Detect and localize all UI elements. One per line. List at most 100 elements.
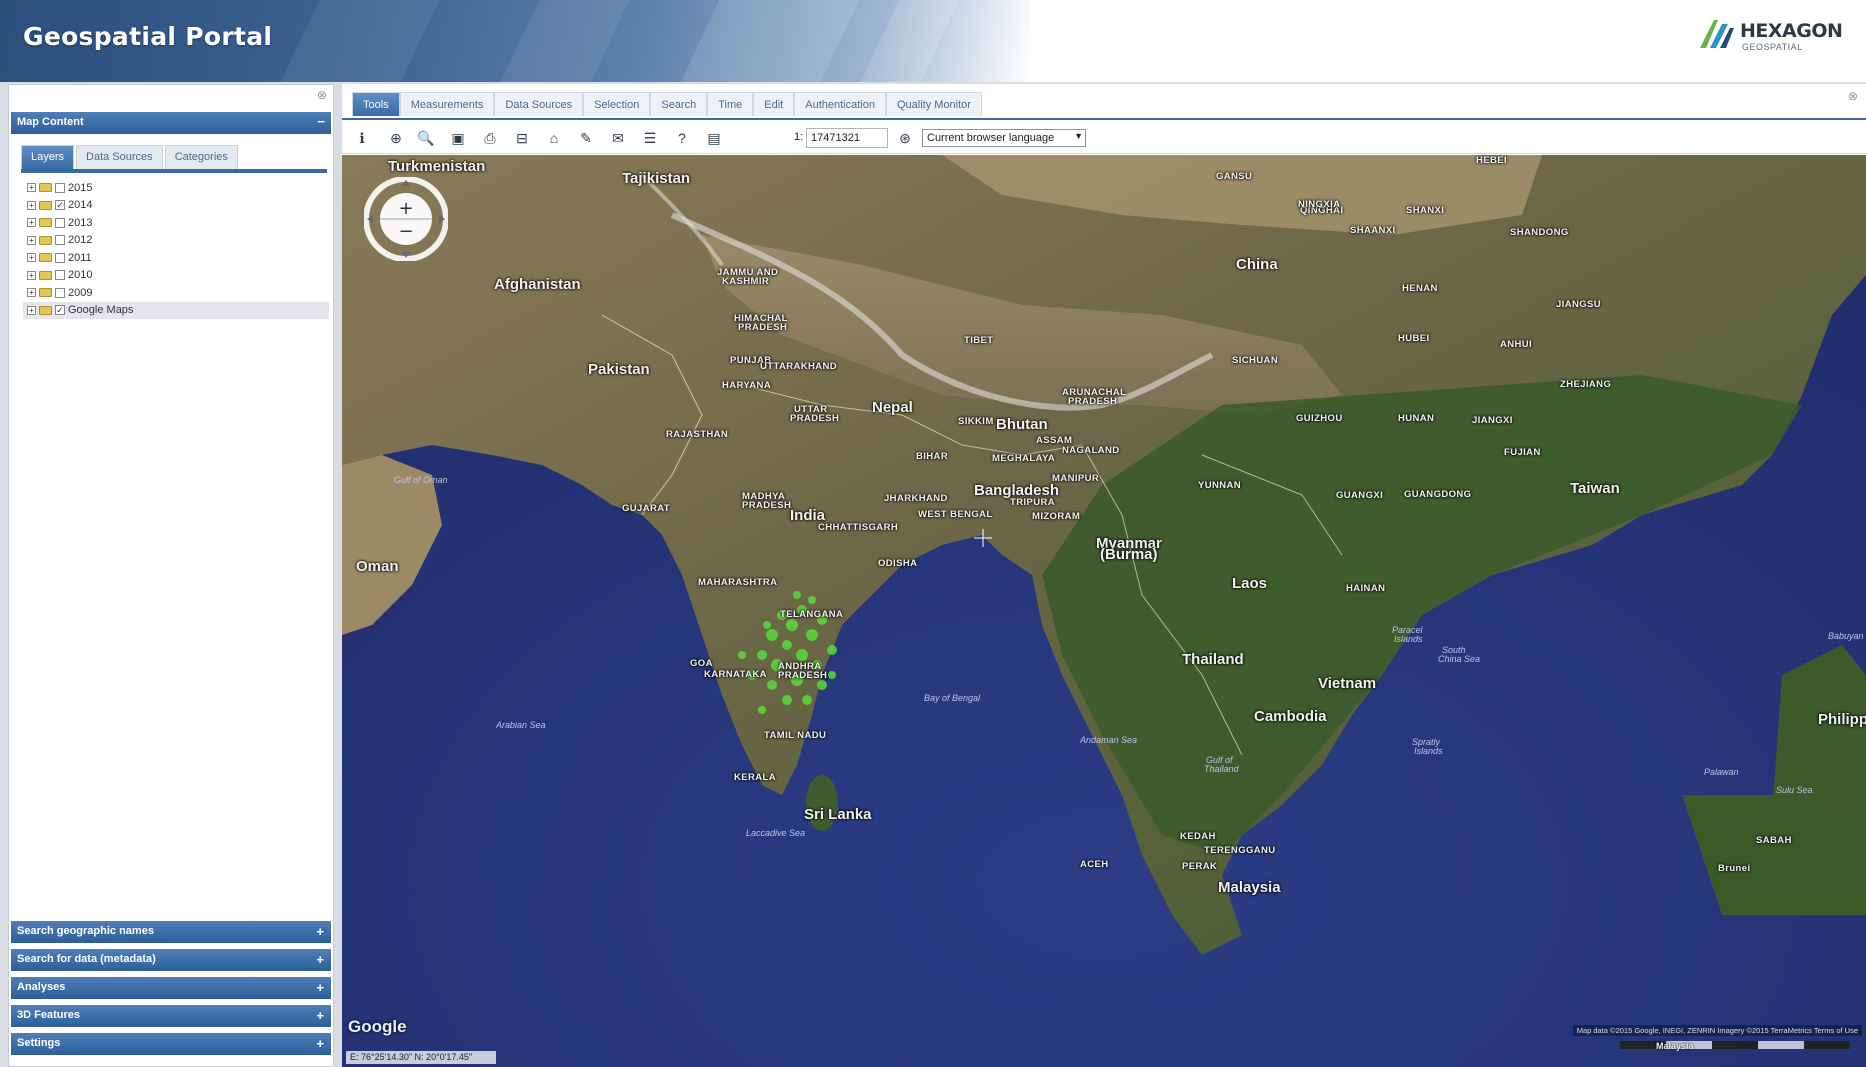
country-label: Cambodia	[1254, 708, 1327, 725]
expand-section-icon[interactable]: +	[316, 924, 324, 939]
expand-icon[interactable]: +	[27, 253, 36, 263]
layer-checkbox[interactable]	[55, 252, 65, 263]
tab-data-sources[interactable]: Data Sources	[76, 145, 163, 169]
region-label: ZHEJIANG	[1560, 379, 1612, 390]
layer-label: 2009	[68, 286, 93, 299]
comment-icon[interactable]: ✉	[608, 128, 628, 148]
region-label: HUBEI	[1398, 333, 1430, 344]
sea-label: Babuyan	[1828, 631, 1864, 641]
tab-measurements[interactable]: Measurements	[399, 92, 495, 116]
region-label: HAINAN	[1346, 583, 1386, 594]
expand-icon[interactable]: +	[27, 218, 36, 228]
layer-checkbox[interactable]	[55, 182, 65, 193]
region-label: GANSU	[1216, 171, 1253, 182]
layer-item[interactable]: + 2011	[23, 249, 329, 267]
tab-layers[interactable]: Layers	[21, 145, 75, 169]
google-logo: Google	[348, 1017, 407, 1036]
region-label: Brunei	[1718, 863, 1751, 874]
region-label: MANIPUR	[1052, 473, 1100, 484]
collapse-icon[interactable]: −	[317, 114, 325, 129]
image-icon[interactable]: ▤	[704, 128, 724, 148]
country-label: China	[1236, 256, 1278, 273]
expand-icon[interactable]: +	[27, 235, 36, 245]
expand-icon[interactable]: +	[27, 305, 36, 315]
scale-input[interactable]: 17471321	[806, 128, 888, 148]
tab-edit[interactable]: Edit	[753, 92, 795, 116]
save-icon[interactable]: ▣	[448, 128, 468, 148]
coordinate-readout: E: 76°25'14.30" N: 20°0'17.45"	[346, 1051, 496, 1064]
hexagon-logo[interactable]: HEXAGON GEOSPATIAL	[1696, 12, 1856, 56]
layer-label: 2013	[68, 216, 93, 229]
expand-section-icon[interactable]: +	[316, 980, 324, 995]
tab-search[interactable]: Search	[650, 92, 708, 116]
tab-time[interactable]: Time	[707, 92, 754, 116]
layer-checkbox[interactable]: ✓	[55, 200, 65, 211]
home-icon[interactable]: ⌂	[544, 128, 564, 148]
print-icon[interactable]: ⎙	[480, 128, 500, 148]
country-label: Thailand	[1182, 651, 1244, 668]
tab-quality-monitor[interactable]: Quality Monitor	[885, 92, 982, 116]
layer-checkbox[interactable]	[55, 287, 65, 298]
map-view[interactable]: + − Turkmenistan Tajikistan Afghanistan Pak…	[342, 155, 1866, 1067]
map-attribution[interactable]: Map data ©2015 Google, INEGI, ZENRIN Ima…	[1572, 1025, 1862, 1036]
expand-icon[interactable]: +	[27, 270, 36, 280]
region-label: SHAANXI	[1350, 225, 1396, 236]
magnifier-icon[interactable]: ⊛	[895, 128, 915, 148]
layer-item[interactable]: + 2012	[23, 232, 329, 250]
info-icon[interactable]: ℹ	[352, 128, 372, 148]
layer-checkbox[interactable]	[55, 235, 65, 246]
region-label: KEDAH	[1180, 831, 1216, 842]
table-icon[interactable]: ☰	[640, 128, 660, 148]
layer-item[interactable]: + 2015	[23, 179, 329, 197]
expand-section-icon[interactable]: +	[316, 1008, 324, 1023]
region-label: GUJARAT	[622, 503, 671, 514]
region-label: NINGXIA	[1298, 199, 1341, 210]
layer-item[interactable]: + 2010	[23, 267, 329, 285]
tab-authentication[interactable]: Authentication	[794, 92, 886, 116]
layer-item-google-maps[interactable]: + ✓ Google Maps	[23, 301, 329, 319]
layer-item[interactable]: + 2013	[23, 214, 329, 232]
layer-checkbox[interactable]	[55, 217, 65, 228]
sea-label: Islands	[1414, 746, 1443, 756]
help-icon[interactable]: ?	[672, 128, 692, 148]
sea-label: Gulf of Oman	[394, 475, 448, 485]
expand-section-icon[interactable]: +	[316, 1036, 324, 1051]
tab-tools[interactable]: Tools	[352, 92, 400, 116]
left-panel: ⊗ Map Content − Layers Data Sources Cate…	[8, 84, 334, 1067]
region-label: YUNNAN	[1198, 480, 1242, 491]
section-search-metadata[interactable]: Search for data (metadata) +	[11, 949, 331, 971]
layer-label: 2010	[68, 269, 93, 282]
section-3d-features[interactable]: 3D Features +	[11, 1005, 331, 1027]
pin-icon[interactable]: ⊗	[1848, 89, 1858, 103]
section-settings[interactable]: Settings +	[11, 1033, 331, 1055]
layer-checkbox[interactable]	[55, 270, 65, 281]
tab-data-sources[interactable]: Data Sources	[494, 92, 584, 116]
tab-selection[interactable]: Selection	[583, 92, 651, 116]
identify-icon[interactable]: ⊕	[386, 128, 406, 148]
region-label: HEBEI	[1476, 155, 1508, 166]
expand-icon[interactable]: +	[27, 200, 36, 210]
expand-icon[interactable]: +	[27, 288, 36, 298]
language-select[interactable]: Current browser language ▼	[922, 129, 1086, 147]
country-label: Turkmenistan	[388, 158, 486, 175]
expand-icon[interactable]: +	[27, 183, 36, 193]
pan-zoom-control[interactable]: + −	[364, 177, 448, 261]
tab-categories[interactable]: Categories	[164, 145, 238, 169]
section-analyses[interactable]: Analyses +	[11, 977, 331, 999]
section-search-geographic-names[interactable]: Search geographic names +	[11, 921, 331, 943]
region-label: BIHAR	[916, 451, 949, 462]
region-label: RAJASTHAN	[666, 429, 729, 440]
layer-item[interactable]: + ✓ 2014	[23, 197, 329, 215]
map-content-header[interactable]: Map Content −	[11, 112, 331, 134]
edit-icon[interactable]: ✎	[576, 128, 596, 148]
pin-icon[interactable]: ⊗	[317, 88, 327, 102]
sea-label: Thailand	[1204, 764, 1239, 774]
section-label: Search geographic names	[17, 925, 154, 937]
layer-checkbox[interactable]: ✓	[55, 305, 65, 316]
region-label: KARNATAKA	[704, 669, 767, 680]
zoom-icon[interactable]: 🔍	[416, 128, 436, 148]
expand-section-icon[interactable]: +	[316, 952, 324, 967]
layer-item[interactable]: + 2009	[23, 284, 329, 302]
region-label: ANHUI	[1500, 339, 1533, 350]
layout-icon[interactable]: ⊟	[512, 128, 532, 148]
